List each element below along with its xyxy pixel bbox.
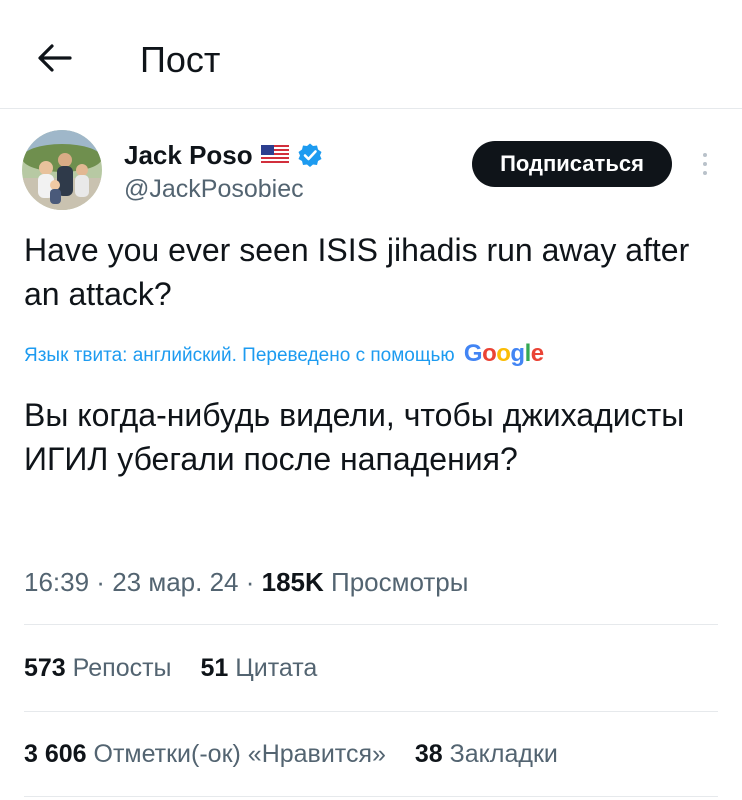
tweet-date[interactable]: 23 мар. 24 bbox=[112, 567, 238, 597]
us-flag-icon bbox=[260, 145, 289, 165]
views-label: Просмотры bbox=[331, 567, 469, 597]
bookmarks-stat[interactable]: 38 Закладки bbox=[415, 738, 558, 770]
bookmarks-count: 38 bbox=[414, 740, 443, 768]
likes-count: 3 606 bbox=[24, 740, 87, 768]
quotes-count: 51 bbox=[200, 654, 229, 682]
tweet-time[interactable]: 16:39 bbox=[24, 567, 89, 597]
google-logo: Google bbox=[463, 340, 544, 367]
author-handle[interactable]: @JackPosobiec bbox=[124, 174, 304, 204]
translated-text: Вы когда-нибудь видели, чтобы джихадисты… bbox=[24, 397, 685, 477]
meta-separator: · bbox=[89, 567, 113, 597]
stats-row: 3 606 Отметки(-ок) «Нравится» 38 Закладк… bbox=[24, 738, 558, 770]
stats-row: 573 Репосты 51 Цитата bbox=[24, 652, 317, 684]
quotes-stat[interactable]: 51 Цитата bbox=[200, 652, 317, 684]
likes-stat[interactable]: 3 606 Отметки(-ок) «Нравится» bbox=[24, 738, 386, 770]
translation-note: Язык твита: английский. Переведено с пом… bbox=[24, 345, 455, 366]
page-title: Пост bbox=[140, 39, 221, 80]
author-name[interactable]: Jack Poso bbox=[124, 140, 253, 170]
more-vertical-icon[interactable] bbox=[697, 150, 713, 180]
reposts-count: 573 bbox=[24, 654, 66, 682]
reposts-stat[interactable]: 573 Репосты bbox=[24, 652, 172, 684]
top-bar: Пост bbox=[0, 0, 742, 109]
divider bbox=[24, 624, 718, 625]
quotes-label: Цитата bbox=[235, 654, 318, 682]
tweet-meta: 16:39 · 23 мар. 24 · 185K Просмотры bbox=[24, 566, 468, 598]
tweet-text: Have you ever seen ISIS jihadis run away… bbox=[24, 232, 690, 312]
verified-badge-icon bbox=[298, 143, 322, 167]
follow-button[interactable]: Подписаться bbox=[472, 141, 672, 187]
views-count: 185K bbox=[261, 567, 324, 597]
translation-notice[interactable]: Язык твита: английский. Переведено с пом… bbox=[24, 340, 544, 370]
meta-separator: · bbox=[238, 567, 262, 597]
divider bbox=[24, 796, 718, 797]
reposts-label: Репосты bbox=[72, 654, 172, 682]
bookmarks-label: Закладки bbox=[449, 740, 558, 768]
likes-label: Отметки(-ок) «Нравится» bbox=[93, 740, 386, 768]
author-name-row[interactable]: Jack Poso bbox=[124, 140, 323, 170]
avatar[interactable] bbox=[22, 130, 102, 210]
divider bbox=[24, 711, 718, 712]
arrow-left-icon[interactable] bbox=[34, 38, 74, 78]
